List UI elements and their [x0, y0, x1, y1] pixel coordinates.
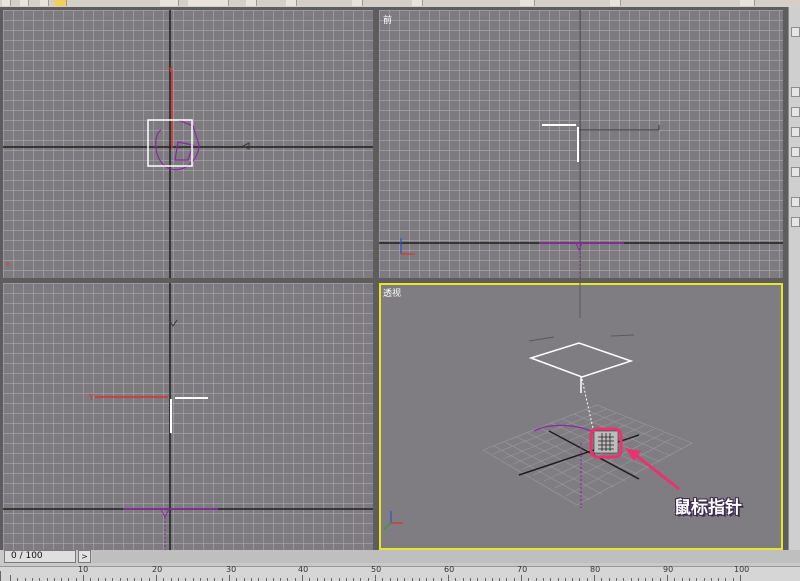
light-gizmo-tip: [160, 508, 170, 519]
viewport-top-scene: Y x: [3, 10, 373, 278]
toolbar-button[interactable]: [40, 0, 49, 6]
annotation-label: 鼠标指针: [674, 498, 742, 518]
ruler-tick: [667, 575, 668, 581]
toolbar-dropdown[interactable]: [188, 0, 229, 6]
ruler-tick: [302, 575, 303, 581]
viewport-area: Y x 前 Y 透视 鼠标指针: [0, 7, 788, 550]
ruler-tick-label: 60: [444, 565, 455, 574]
target-line: [581, 378, 595, 434]
viewport-front-scene: [379, 10, 783, 278]
frame-counter[interactable]: 0 / 100: [4, 550, 76, 563]
chevron-right-icon[interactable]: >: [78, 550, 91, 563]
target-plane: [528, 342, 634, 378]
ruler-tick-label: 100: [734, 565, 750, 574]
ruler-tick-label: 70: [517, 565, 528, 574]
toolbar-button[interactable]: [520, 0, 535, 6]
axis-tripod-label: x: [6, 261, 10, 268]
toolbar-button[interactable]: [740, 0, 755, 6]
camera-axis-b: [610, 334, 635, 337]
light-gizmo-tip: [575, 242, 583, 252]
ruler-tick: [10, 575, 11, 581]
time-slider-track[interactable]: [92, 550, 800, 563]
toolbar-button[interactable]: [2, 0, 11, 6]
panel-tab[interactable]: [791, 107, 800, 117]
panel-tab[interactable]: [791, 197, 800, 207]
toolbar-button[interactable]: [20, 0, 29, 6]
camera-axis-a: [528, 336, 555, 342]
ruler-tick-label: 80: [590, 565, 601, 574]
camera-target: [241, 142, 250, 150]
ruler-tick: [740, 575, 741, 581]
ruler-tick: [156, 575, 157, 581]
ruler-tick: [229, 575, 230, 581]
toolbar-button[interactable]: [160, 0, 179, 6]
viewport-left-scene: Y: [3, 283, 373, 550]
ruler-tick-label: 50: [371, 565, 382, 574]
axis-label: Y: [167, 65, 173, 74]
axis-tripod-y: [383, 522, 392, 530]
ruler-tick-label: 90: [663, 565, 674, 574]
ruler-tick: [594, 575, 595, 581]
panel-tab[interactable]: [791, 167, 800, 177]
toolbar-button[interactable]: [352, 0, 363, 6]
ruler-tick-label: 10: [78, 565, 89, 574]
viewport-top[interactable]: Y x: [3, 10, 373, 278]
ruler-tick-label: 30: [226, 565, 237, 574]
toolbar-button[interactable]: [610, 0, 621, 6]
panel-tab[interactable]: [791, 127, 800, 137]
light-gizmo-inner: [174, 141, 194, 161]
ruler-tick: [521, 575, 522, 581]
ruler-tick: [83, 575, 84, 581]
panel-tab[interactable]: [791, 87, 800, 97]
axis-label: Y: [88, 393, 94, 402]
perspective-grid: [482, 404, 693, 506]
toolbar-button[interactable]: [286, 0, 297, 6]
ruler-tick-label: 20: [152, 565, 163, 574]
viewport-front[interactable]: 前: [379, 10, 783, 278]
command-panel-strip: [788, 7, 800, 550]
ruler-tick-label: 40: [298, 565, 309, 574]
panel-tab[interactable]: [791, 27, 800, 37]
viewport-left[interactable]: Y: [3, 283, 373, 550]
panel-tab[interactable]: [791, 217, 800, 227]
toolbar-button[interactable]: [246, 0, 257, 6]
ruler-tick: [375, 575, 376, 581]
track-bar-ruler[interactable]: 10 20 30 40 50 60 70 80 90 100: [0, 565, 800, 581]
toolbar-button[interactable]: [412, 0, 423, 6]
toolbar-button-active[interactable]: [54, 0, 67, 6]
panel-tab[interactable]: [791, 147, 800, 157]
ruler-tick: [448, 575, 449, 581]
